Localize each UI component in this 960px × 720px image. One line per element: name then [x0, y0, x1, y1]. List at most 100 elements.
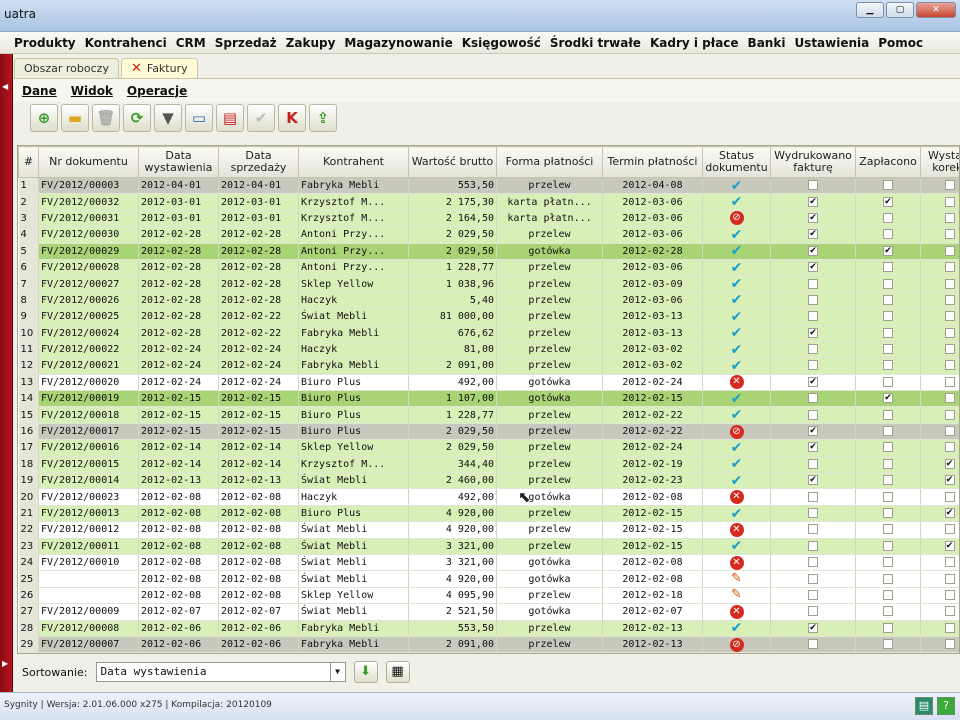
corr-checkbox[interactable]: ✔	[944, 540, 955, 551]
table-row[interactable]: 8 FV/2012/00026 2012-02-28 2012-02-28 Haczyk…	[18, 292, 959, 310]
printed-checkbox[interactable]: ✔	[808, 442, 818, 453]
column-header-2[interactable]: Data wystawienia	[138, 146, 219, 178]
corr-checkbox[interactable]	[944, 327, 955, 338]
table-row[interactable]: 3 FV/2012/00031 2012-03-01 2012-03-01 Krzysz…	[18, 210, 959, 228]
paid-checkbox[interactable]	[883, 475, 893, 486]
table-row[interactable]: 23 FV/2012/00011 2012-02-08 2012-02-08 Świat…	[18, 538, 959, 555]
table-row[interactable]: 5 FV/2012/00029 2012-02-28 2012-02-28 Antoni…	[18, 243, 959, 260]
sort-select[interactable]: Data wystawienia ▼	[95, 662, 346, 682]
table-row[interactable]: 28 FV/2012/00008 2012-02-06 2012-02-06 Fabry…	[18, 620, 959, 637]
side-panel-strip[interactable]: ◀ ▶	[0, 54, 13, 694]
printed-checkbox[interactable]	[808, 540, 818, 551]
paid-checkbox[interactable]	[883, 442, 893, 453]
corr-checkbox[interactable]	[944, 557, 955, 568]
corr-checkbox[interactable]	[944, 245, 955, 256]
menu-item-6[interactable]: Księgowość	[462, 36, 541, 50]
printed-checkbox[interactable]	[808, 589, 818, 600]
printed-checkbox[interactable]: ✔	[808, 212, 818, 223]
table-row[interactable]: 10 FV/2012/00024 2012-02-28 2012-02-22 Fabry…	[18, 325, 959, 342]
printed-checkbox[interactable]	[808, 524, 818, 535]
menu-item-10[interactable]: Ustawienia	[794, 36, 869, 50]
sort-direction-icon[interactable]: ⬇	[353, 661, 378, 683]
menu-item-4[interactable]: Zakupy	[286, 36, 336, 50]
printed-checkbox[interactable]: ✔	[808, 262, 818, 273]
printed-checkbox[interactable]: ✔	[808, 327, 818, 338]
add-icon[interactable]: ⊕	[30, 104, 58, 132]
printed-checkbox[interactable]	[808, 360, 818, 371]
paid-checkbox[interactable]	[883, 639, 893, 650]
corr-checkbox[interactable]: ✔	[944, 475, 955, 486]
corr-checkbox[interactable]: ✔	[944, 508, 955, 518]
table-row[interactable]: 7 FV/2012/00027 2012-02-28 2012-02-28 Sklep …	[18, 275, 959, 293]
window-layout-icon[interactable]: ▤	[915, 697, 933, 715]
print-icon[interactable]: ▭	[185, 104, 213, 132]
printed-checkbox[interactable]: ✔	[808, 245, 818, 256]
delete-icon[interactable]: 🗑	[92, 104, 120, 132]
corr-checkbox[interactable]	[944, 622, 955, 633]
paid-checkbox[interactable]	[883, 376, 893, 387]
printed-checkbox[interactable]	[808, 294, 818, 305]
table-row[interactable]: 13 FV/2012/00020 2012-02-24 2012-02-24 Biuro…	[18, 374, 959, 392]
paid-checkbox[interactable]	[883, 606, 893, 617]
paid-checkbox[interactable]	[883, 344, 893, 355]
menu-item-9[interactable]: Banki	[748, 36, 786, 50]
corr-checkbox[interactable]	[944, 311, 955, 322]
corr-checkbox[interactable]	[944, 524, 955, 535]
printed-checkbox[interactable]	[808, 458, 818, 469]
corr-checkbox[interactable]	[944, 262, 955, 273]
column-header-0[interactable]: #	[18, 146, 39, 178]
paid-checkbox[interactable]	[883, 508, 893, 518]
column-header-3[interactable]: Data sprzedaży	[218, 146, 299, 178]
minimize-icon[interactable]: ▁	[856, 2, 884, 18]
paid-checkbox[interactable]	[883, 491, 893, 502]
corr-checkbox[interactable]	[944, 294, 955, 305]
paid-checkbox[interactable]	[883, 458, 893, 469]
table-row[interactable]: 18 FV/2012/00015 2012-02-14 2012-02-14 Krzys…	[18, 456, 959, 474]
maximize-icon[interactable]: ▢	[886, 2, 914, 18]
close-icon[interactable]: ✕	[916, 2, 956, 18]
column-header-1[interactable]: Nr dokumentu	[38, 146, 139, 178]
corr-checkbox[interactable]: ✔	[944, 458, 955, 469]
column-header-4[interactable]: Kontrahent	[298, 146, 409, 178]
tab-invoices[interactable]: ✕ Faktury	[120, 58, 198, 78]
printed-checkbox[interactable]	[808, 606, 818, 617]
corr-checkbox[interactable]	[944, 360, 955, 371]
submenu-dane[interactable]: Dane	[22, 84, 57, 98]
table-row[interactable]: 2 FV/2012/00032 2012-03-01 2012-03-01 Krzysz…	[18, 193, 959, 211]
sort-settings-icon[interactable]: ▦	[385, 661, 410, 683]
corr-checkbox[interactable]	[944, 442, 955, 453]
filter-icon[interactable]: ▼	[154, 104, 182, 132]
paid-checkbox[interactable]: ✔	[883, 245, 893, 256]
export-icon[interactable]: ⇪	[309, 104, 337, 132]
printed-checkbox[interactable]	[808, 344, 818, 355]
paid-checkbox[interactable]	[883, 212, 893, 223]
table-row[interactable]: 27 FV/2012/00009 2012-02-07 2012-02-07 Świat…	[18, 603, 959, 621]
corr-checkbox[interactable]	[944, 196, 955, 207]
printed-checkbox[interactable]: ✔	[808, 376, 818, 387]
paid-checkbox[interactable]	[883, 327, 893, 338]
table-row[interactable]: 22 FV/2012/00012 2012-02-08 2012-02-08 Świat…	[18, 521, 959, 539]
menu-item-3[interactable]: Sprzedaż	[215, 36, 277, 50]
paid-checkbox[interactable]	[883, 426, 893, 437]
table-row[interactable]: 4 FV/2012/00030 2012-02-28 2012-02-28 Antoni…	[18, 226, 959, 244]
corr-checkbox[interactable]	[944, 393, 955, 404]
table-row[interactable]: 20 FV/2012/00023 2012-02-08 2012-02-08 Haczy…	[18, 488, 959, 506]
corr-checkbox[interactable]	[944, 376, 955, 387]
menu-item-0[interactable]: Produkty	[14, 36, 76, 50]
printed-checkbox[interactable]: ✔	[808, 426, 818, 437]
table-row[interactable]: 1 FV/2012/00003 2012-04-01 2012-04-01 Fabryk…	[18, 177, 959, 195]
tab-workspace[interactable]: Obszar roboczy	[14, 58, 119, 78]
paid-checkbox[interactable]	[883, 622, 893, 633]
paid-checkbox[interactable]	[883, 409, 893, 420]
printed-checkbox[interactable]	[808, 311, 818, 322]
table-row[interactable]: 12 FV/2012/00021 2012-02-24 2012-02-24 Fabry…	[18, 357, 959, 375]
corr-checkbox[interactable]	[944, 573, 955, 584]
paid-checkbox[interactable]	[883, 294, 893, 305]
refresh-icon[interactable]: ⟳	[123, 104, 151, 132]
printed-checkbox[interactable]	[808, 278, 818, 289]
column-header-5[interactable]: Wartość brutto	[408, 146, 497, 178]
printed-checkbox[interactable]	[808, 180, 818, 191]
menu-item-11[interactable]: Pomoc	[878, 36, 923, 50]
column-header-11[interactable]: Wystaw korekt	[920, 146, 959, 178]
printed-checkbox[interactable]: ✔	[808, 622, 818, 633]
